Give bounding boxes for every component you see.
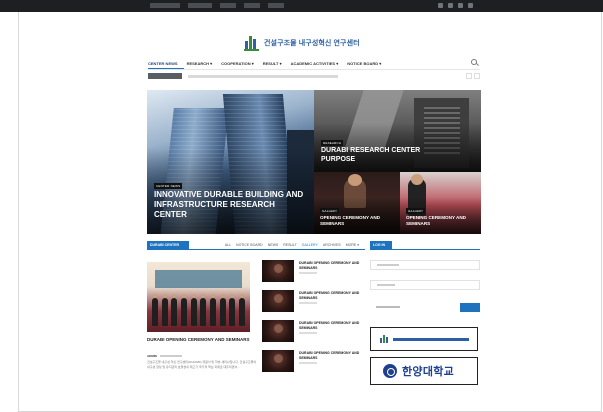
featured-post-author[interactable]: ADMIN: [147, 354, 157, 358]
ticker-prev-icon[interactable]: [466, 73, 472, 79]
block-title: DURABI CENTER: [147, 241, 189, 250]
list-item[interactable]: DURABI OPENING CEREMONY AND SEMINARS: [262, 290, 366, 312]
hero-research-category[interactable]: RESEARCH: [321, 140, 344, 146]
list-item-thumbnail[interactable]: [262, 320, 294, 342]
facebook-icon[interactable]: [438, 3, 443, 8]
ticker-text[interactable]: [188, 74, 338, 78]
featured-post-meta: ADMIN: [147, 354, 182, 358]
logo-text: 건설구조물 내구성혁신 연구센터: [264, 40, 360, 47]
hero-gallery-tile-1[interactable]: GALLERY OPENING CEREMONY AND SEMINARS: [314, 172, 400, 234]
password-input[interactable]: [370, 280, 480, 290]
list-item-date: [299, 362, 317, 364]
durabi-banner[interactable]: [370, 327, 478, 351]
list-item-title[interactable]: DURABI OPENING CEREMONY AND SEMINARS: [299, 321, 365, 330]
login-form: [370, 254, 480, 320]
list-item-date: [299, 332, 317, 334]
youtube-icon[interactable]: [458, 3, 463, 8]
list-item-thumbnail[interactable]: [262, 350, 294, 372]
news-ticker: [148, 72, 480, 80]
tab-news[interactable]: NEWS: [268, 243, 279, 247]
site-logo[interactable]: 건설구조물 내구성혁신 연구센터: [244, 35, 360, 51]
featured-post-excerpt: 건설구조물 내구성 혁신 연구센터(DURABI) 개원식 및 학술 세미나입니…: [147, 360, 257, 369]
remember-me-checkbox[interactable]: [376, 306, 400, 308]
tab-all[interactable]: ALL: [225, 243, 231, 247]
social-icons: [438, 3, 473, 8]
durabi-banner-text: [393, 337, 469, 341]
hanyang-banner-text: 한양대학교: [402, 366, 455, 378]
list-item-thumbnail[interactable]: [262, 290, 294, 312]
login-header: LOG IN: [370, 241, 480, 250]
login-button[interactable]: [460, 303, 480, 312]
list-item-date: [299, 302, 317, 304]
hero-gallery1-title[interactable]: OPENING CEREMONY AND SEMINARS: [320, 215, 396, 226]
tab-gallery[interactable]: GALLERY: [302, 243, 318, 247]
hero-gallery2-title[interactable]: OPENING CEREMONY AND SEMINARS: [406, 215, 478, 226]
hanyang-seal-icon: [383, 364, 397, 378]
list-item-title[interactable]: DURABI OPENING CEREMONY AND SEMINARS: [299, 291, 365, 300]
ticker-next-icon[interactable]: [474, 73, 480, 79]
nav-result[interactable]: RESULT ▾: [263, 61, 282, 66]
nav-cooperation[interactable]: COOPERATION ▾: [221, 61, 254, 66]
rss-icon[interactable]: [468, 3, 473, 8]
hero-main-title[interactable]: INNOVATIVE DURABLE BUILDING AND INFRASTR…: [154, 190, 304, 219]
durabi-center-header: DURABI CENTER ALL NOTICE BOARD NEWS RESU…: [147, 241, 365, 250]
hero-gallery-tile-2[interactable]: GALLERY OPENING CEREMONY AND SEMINARS: [400, 172, 481, 234]
featured-post-title[interactable]: DURABI OPENING CEREMONY AND SEMINARS: [147, 337, 257, 343]
nav-divider: [148, 69, 480, 70]
ticker-arrows: [466, 73, 480, 79]
hero-research-title[interactable]: DURABI RESEARCH CENTER PURPOSE: [321, 147, 441, 164]
main-nav: CENTER NEWS RESEARCH ▾ COOPERATION ▾ RES…: [148, 58, 480, 68]
top-links: [150, 3, 284, 8]
logo-emblem-icon: [244, 35, 260, 51]
tab-more[interactable]: MORE ▾: [346, 243, 359, 247]
list-item-thumbnail[interactable]: [262, 260, 294, 282]
list-item[interactable]: DURABI OPENING CEREMONY AND SEMINARS: [262, 320, 366, 342]
hero-gallery2-category[interactable]: GALLERY: [406, 208, 426, 214]
tab-archives[interactable]: ARCHIVES: [323, 243, 341, 247]
hero-grid: CENTER NEWS INNOVATIVE DURABLE BUILDING …: [147, 90, 481, 234]
login-title: LOG IN: [370, 241, 392, 250]
username-input[interactable]: [370, 260, 480, 270]
hanyang-banner[interactable]: 한양대학교: [370, 357, 478, 385]
featured-post-date: [159, 355, 182, 358]
hero-main-category[interactable]: CENTER NEWS: [154, 183, 183, 189]
nav-center-news[interactable]: CENTER NEWS: [148, 61, 178, 66]
top-bar: [0, 0, 603, 12]
hero-gallery1-category[interactable]: GALLERY: [320, 208, 340, 214]
tab-notice-board[interactable]: NOTICE BOARD: [236, 243, 263, 247]
block-tabs: ALL NOTICE BOARD NEWS RESULT GALLERY ARC…: [225, 243, 359, 247]
list-item-title[interactable]: DURABI OPENING CEREMONY AND SEMINARS: [299, 261, 365, 270]
hero-main-tile[interactable]: CENTER NEWS INNOVATIVE DURABLE BUILDING …: [147, 90, 314, 234]
durabi-logo-icon: [379, 334, 389, 344]
list-item-date: [299, 272, 317, 274]
list-item[interactable]: DURABI OPENING CEREMONY AND SEMINARS: [262, 260, 366, 282]
nav-academic-activities[interactable]: ACADEMIC ACTIVITIES ▾: [291, 61, 339, 66]
search-icon[interactable]: [471, 59, 477, 65]
ticker-tag: [148, 73, 182, 79]
tab-result[interactable]: RESULT: [283, 243, 297, 247]
hero-research-tile[interactable]: RESEARCH DURABI RESEARCH CENTER PURPOSE: [314, 90, 481, 172]
nav-notice-board[interactable]: NOTICE BOARD ▾: [347, 61, 381, 66]
nav-research[interactable]: RESEARCH ▾: [187, 61, 213, 66]
page: 건설구조물 내구성혁신 연구센터 CENTER NEWS RESEARCH ▾ …: [0, 0, 603, 412]
list-item-title[interactable]: DURABI OPENING CEREMONY AND SEMINARS: [299, 351, 365, 360]
featured-post-image[interactable]: [147, 262, 250, 332]
twitter-icon[interactable]: [448, 3, 453, 8]
list-item[interactable]: DURABI OPENING CEREMONY AND SEMINARS: [262, 350, 366, 372]
